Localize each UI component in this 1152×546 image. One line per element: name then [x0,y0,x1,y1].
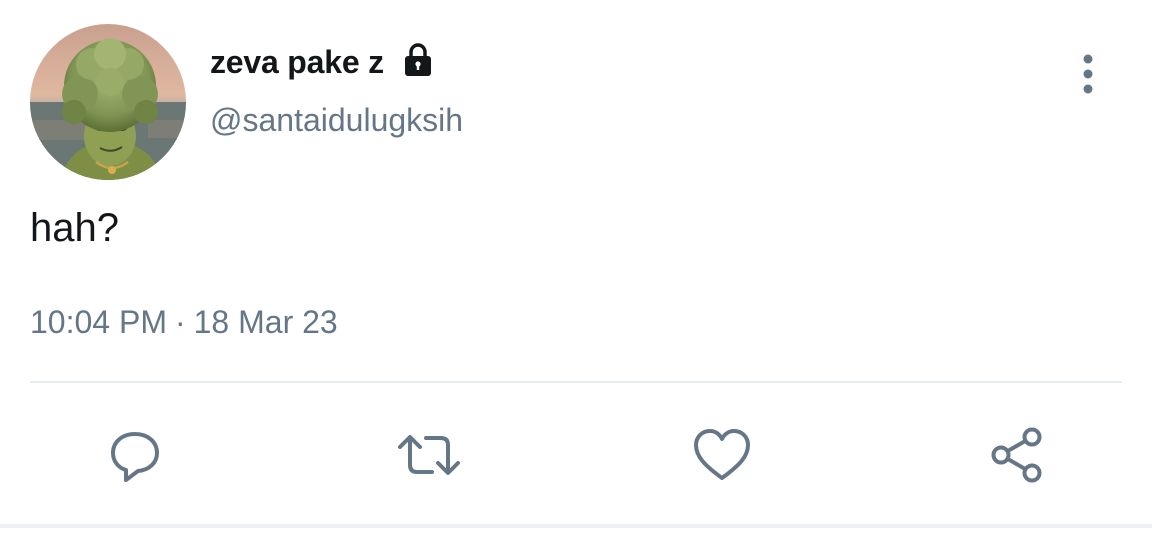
tweet-actions-bar [0,420,1152,490]
tweet-timestamp[interactable]: 10:04 PM · 18 Mar 23 [30,304,338,341]
broccoli-avatar-image [30,24,186,180]
like-icon [694,429,750,480]
tweet-text: hah? [30,206,119,250]
retweet-icon [398,435,460,475]
tweet-detail: zeva pake z @santaidulugksih hah? 10:04 … [0,0,1152,546]
more-vertical-icon [1083,54,1093,94]
reply-icon [111,432,159,482]
tweet-date: 18 Mar 23 [193,304,338,340]
display-name[interactable]: zeva pake z [210,44,384,81]
display-name-row: zeva pake z [210,40,436,84]
more-options-button[interactable] [1070,52,1106,96]
like-button[interactable] [687,420,757,490]
timestamp-separator: · [174,304,186,340]
share-icon [991,427,1042,483]
share-button[interactable] [983,420,1053,490]
reply-button[interactable] [100,420,170,490]
bottom-divider [0,524,1152,528]
lock-icon [400,42,436,78]
divider [30,381,1122,383]
avatar[interactable] [30,24,186,180]
user-handle[interactable]: @santaidulugksih [210,102,463,139]
tweet-time: 10:04 PM [30,304,167,340]
retweet-button[interactable] [394,420,464,490]
